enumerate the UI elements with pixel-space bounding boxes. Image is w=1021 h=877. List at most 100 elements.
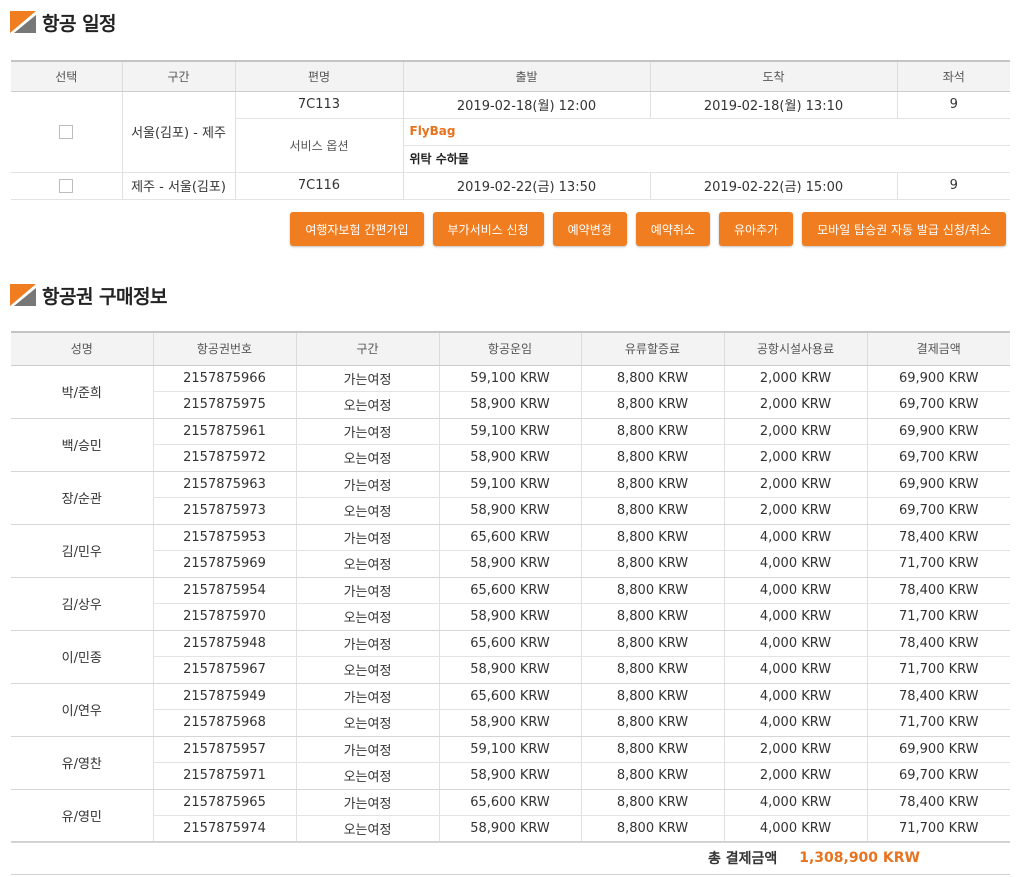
ticket-row: 2157875972 오는여정 58,900 KRW 8,800 KRW 2,000 K…: [11, 444, 1010, 472]
ticket-number: 2157875957: [152, 736, 296, 763]
payment-amount: 69,900 KRW: [866, 736, 1010, 763]
payment-amount: 69,700 KRW: [866, 762, 1010, 790]
leg: 오는여정: [295, 444, 439, 472]
leg: 가는여정: [295, 683, 439, 710]
leg: 가는여정: [295, 577, 439, 604]
airport-fee: 4,000 KRW: [723, 789, 867, 816]
payment-amount: 78,400 KRW: [866, 789, 1010, 816]
col-arrival: 도착: [649, 61, 897, 92]
payment-amount: 69,900 KRW: [866, 471, 1010, 498]
flight-row: 제주 - 서울(김포) 7C116 2019-02-22(금) 13:50 20…: [11, 172, 1010, 200]
airport-fee: 4,000 KRW: [723, 524, 867, 551]
airport-fee: 2,000 KRW: [723, 365, 867, 392]
select-cell: [11, 91, 122, 173]
passenger-name: 김/상우: [11, 577, 153, 631]
ticket-number: 2157875954: [152, 577, 296, 604]
fuel-surcharge: 8,800 KRW: [580, 789, 724, 816]
leg: 오는여정: [295, 709, 439, 737]
cancel-reservation-button[interactable]: 예약취소: [635, 212, 710, 246]
ticket-row: 장/순관 2157875963 가는여정 59,100 KRW 8,800 KRW 2,0…: [11, 471, 1010, 525]
col-leg: 구간: [295, 332, 439, 366]
fuel-surcharge: 8,800 KRW: [580, 683, 724, 710]
airport-fee: 4,000 KRW: [723, 577, 867, 604]
airport-fee: 2,000 KRW: [723, 391, 867, 419]
airport-fee: 4,000 KRW: [723, 683, 867, 710]
ticket-row: 이/민종 2157875948 가는여정 65,600 KRW 8,800 KRW 4,0…: [11, 630, 1010, 684]
add-infant-button[interactable]: 유아추가: [718, 212, 794, 246]
fare: 59,100 KRW: [438, 418, 581, 445]
airport-fee: 2,000 KRW: [723, 762, 867, 790]
ticket-row: 김/상우 2157875954 가는여정 65,600 KRW 8,800 KRW 4,0…: [11, 577, 1010, 631]
flight-row: 서울(김포) - 제주 7C113 2019-02-18(월) 12:00 20…: [11, 91, 1010, 173]
airport-fee: 2,000 KRW: [723, 418, 867, 445]
passenger-name: 박/준희: [11, 365, 153, 419]
departure-time: 2019-02-22(금) 13:50: [402, 172, 650, 200]
extra-service-button[interactable]: 부가서비스 신청: [432, 212, 544, 246]
fuel-surcharge: 8,800 KRW: [580, 471, 724, 498]
service-option-name: FlyBag: [402, 118, 1010, 146]
airport-fee: 4,000 KRW: [723, 709, 867, 737]
ticket-row: 이/연우 2157875949 가는여정 65,600 KRW 8,800 KRW 4,0…: [11, 683, 1010, 737]
fare: 65,600 KRW: [438, 630, 581, 657]
col-fare: 항공운임: [438, 332, 581, 366]
col-seats: 좌석: [896, 61, 1010, 92]
ticket-row: 유/영민 2157875965 가는여정 65,600 KRW 8,800 KRW 4,0…: [11, 789, 1010, 843]
payment-amount: 78,400 KRW: [866, 630, 1010, 657]
payment-amount: 69,700 KRW: [866, 444, 1010, 472]
payment-amount: 69,900 KRW: [866, 365, 1010, 392]
fare: 58,900 KRW: [438, 815, 581, 843]
fuel-surcharge: 8,800 KRW: [580, 444, 724, 472]
checked-baggage-label: 위탁 수하물: [409, 152, 469, 166]
service-option-detail: 위탁 수하물: [402, 145, 1010, 173]
purchase-header-row: 성명 항공권번호 구간 항공운임 유류할증료 공항시설사용료 결제금액: [11, 332, 1010, 366]
ticket-number: 2157875963: [152, 471, 296, 498]
travel-insurance-button[interactable]: 여행자보험 간편가입: [290, 212, 424, 246]
ticket-number: 2157875953: [152, 524, 296, 551]
ticket-number: 2157875972: [152, 444, 296, 472]
mobile-boarding-pass-button[interactable]: 모바일 탑승권 자동 발급 신청/취소: [802, 212, 1006, 246]
flight-checkbox[interactable]: [59, 178, 74, 193]
ticket-number: 2157875971: [152, 762, 296, 790]
arrival-time: 2019-02-18(월) 13:10: [649, 91, 897, 119]
fare: 58,900 KRW: [438, 444, 581, 472]
airport-fee: 4,000 KRW: [723, 603, 867, 631]
passenger-name: 이/민종: [11, 630, 153, 684]
ticket-number: 2157875966: [152, 365, 296, 392]
ticket-row: 유/영찬 2157875957 가는여정 59,100 KRW 8,800 KRW 2,0…: [11, 736, 1010, 790]
flybag-label: FlyBag: [409, 124, 456, 138]
payment-amount: 78,400 KRW: [866, 524, 1010, 551]
change-reservation-button[interactable]: 예약변경: [552, 212, 627, 246]
ticket-row: 2157875971 오는여정 58,900 KRW 8,800 KRW 2,000 K…: [11, 762, 1010, 790]
section-flag-icon: [10, 284, 36, 306]
airport-fee: 4,000 KRW: [723, 815, 867, 843]
fare: 59,100 KRW: [438, 471, 581, 498]
fare: 65,600 KRW: [438, 683, 581, 710]
col-airport-fee: 공항시설사용료: [723, 332, 867, 366]
payment-amount: 71,700 KRW: [866, 603, 1010, 631]
arrival-time: 2019-02-22(금) 15:00: [649, 172, 897, 200]
service-option-label: 서비스 옵션: [234, 118, 403, 173]
fuel-surcharge: 8,800 KRW: [580, 630, 724, 657]
flight-schedule-table: 선택 구간 편명 출발 도착 좌석 서울(김포) - 제주 7C113 2019…: [11, 60, 1010, 200]
flight-schedule-title: 항공 일정: [42, 12, 117, 35]
payment-amount: 71,700 KRW: [866, 656, 1010, 684]
leg: 가는여정: [295, 736, 439, 763]
ticket-number: 2157875961: [152, 418, 296, 445]
leg: 오는여정: [295, 391, 439, 419]
departure-time: 2019-02-18(월) 12:00: [402, 91, 650, 119]
airport-fee: 2,000 KRW: [723, 444, 867, 472]
passenger-name: 김/민우: [11, 524, 153, 578]
col-route: 구간: [121, 61, 235, 92]
ticket-row: 백/승민 2157875961 가는여정 59,100 KRW 8,800 KRW 2,0…: [11, 418, 1010, 472]
flight-checkbox[interactable]: [59, 124, 74, 139]
passenger-name: 이/연우: [11, 683, 153, 737]
fare: 65,600 KRW: [438, 789, 581, 816]
flight-number: 7C113: [234, 91, 403, 119]
fuel-surcharge: 8,800 KRW: [580, 736, 724, 763]
payment-amount: 71,700 KRW: [866, 709, 1010, 737]
airport-fee: 2,000 KRW: [723, 471, 867, 498]
payment-amount: 71,700 KRW: [866, 815, 1010, 843]
seat-count: 9: [896, 91, 1010, 119]
ticket-number: 2157875949: [152, 683, 296, 710]
fare: 58,900 KRW: [438, 391, 581, 419]
